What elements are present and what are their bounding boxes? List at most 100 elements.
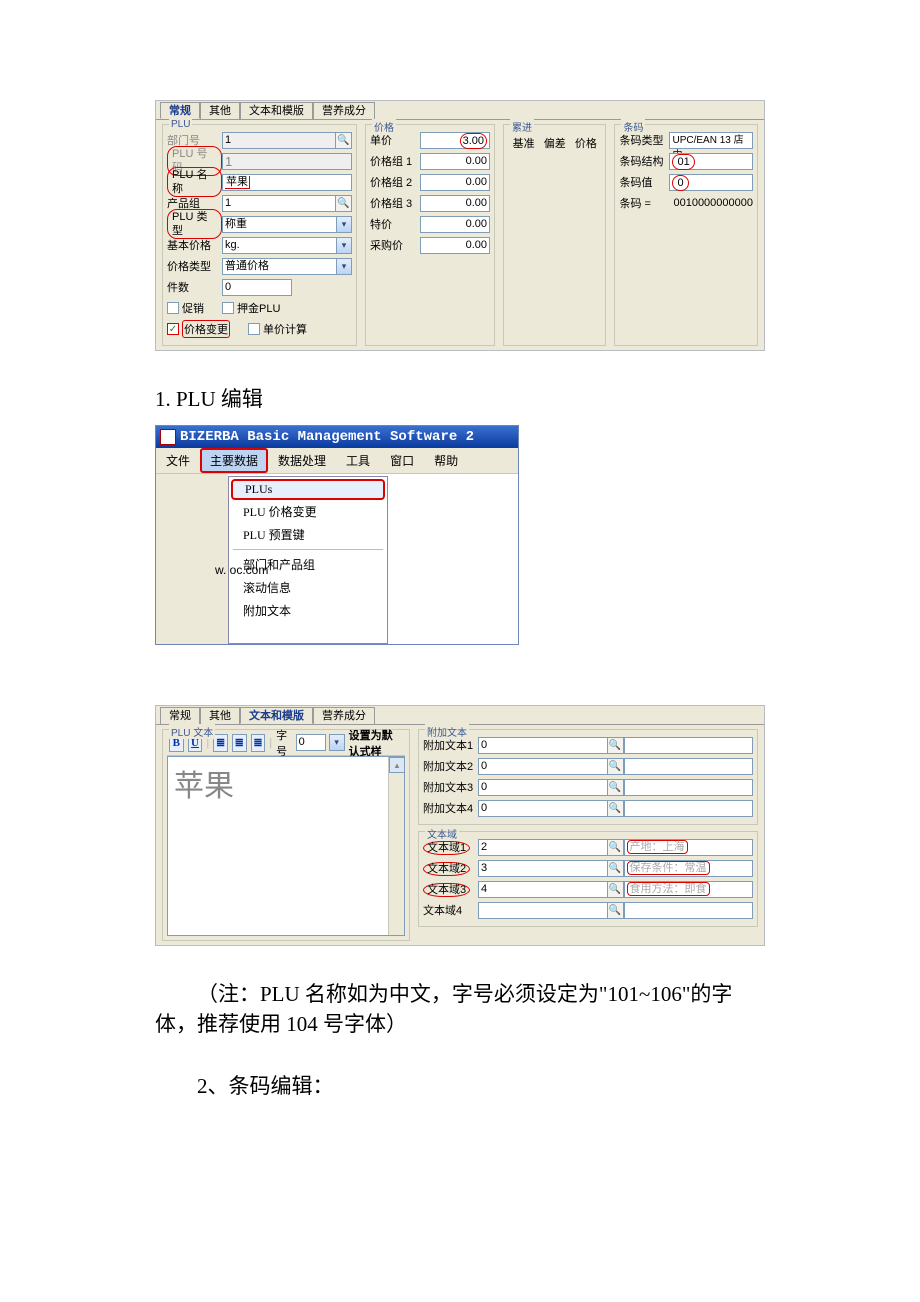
promo-checkbox[interactable]: 促销 (167, 300, 204, 316)
cumulative-group: 累进 基准 偏差 价格 (503, 124, 606, 346)
tf1-desc[interactable]: 产地：上海 (624, 839, 754, 856)
pg2-input[interactable]: 0.00 (420, 174, 490, 191)
dept-input[interactable]: 1 (222, 132, 336, 149)
pricetype-dropdown-icon[interactable]: ▾ (336, 258, 352, 275)
menuitem-pricechg[interactable]: PLU 价格变更 (229, 500, 387, 523)
barstruct-label: 条码结构 (619, 153, 669, 169)
tab-general[interactable]: 常规 (160, 102, 200, 119)
bartype-input[interactable]: UPC/EAN 13 店内 (669, 132, 753, 149)
menu-dataproc[interactable]: 数据处理 (268, 448, 336, 473)
dept-search-icon[interactable]: 🔍 (335, 132, 352, 149)
tab3-text-template[interactable]: 文本和模版 (240, 707, 313, 724)
textfield-legend: 文本域 (425, 826, 459, 841)
unitcalc-checkbox[interactable]: 单价计算 (248, 321, 307, 337)
menu-window[interactable]: 窗口 (380, 448, 424, 473)
addtext1-desc[interactable] (624, 737, 754, 754)
font-input[interactable]: 0 (296, 734, 326, 751)
text-template-panel: 常规 其他 文本和模版 营养成分 PLU 文本 B U | ≣ ≣ ≣ | 字号… (155, 705, 765, 946)
tab3-general[interactable]: 常规 (160, 707, 200, 724)
app-title: BIZERBA Basic Management Software 2 (180, 429, 474, 445)
tf4-desc[interactable] (624, 902, 754, 919)
addtext2-input[interactable]: 0 (478, 758, 608, 775)
menu-help[interactable]: 帮助 (424, 448, 468, 473)
barstruct-input[interactable]: 01 (669, 153, 753, 170)
plu-name-input[interactable]: 苹果 (222, 174, 352, 191)
addtext2-desc[interactable] (624, 758, 754, 775)
menuitem-preset[interactable]: PLU 预置键 (229, 523, 387, 546)
menuitem-deptgrp[interactable]: 部门和产品组 (229, 553, 387, 576)
price-legend: 价格 (372, 119, 396, 134)
tf2-search-icon[interactable]: 🔍 (607, 860, 624, 877)
menuitem-addtext[interactable]: 附加文本 (229, 599, 387, 622)
addtext3-search-icon[interactable]: 🔍 (607, 779, 624, 796)
title-bar: BIZERBA Basic Management Software 2 (156, 426, 518, 448)
plutext-legend: PLU 文本 (169, 724, 215, 739)
tf4-search-icon[interactable]: 🔍 (607, 902, 624, 919)
menuitem-scroll[interactable]: 滚动信息 (229, 576, 387, 599)
plu-legend: PLU (169, 119, 192, 130)
tf1-search-icon[interactable]: 🔍 (607, 839, 624, 856)
tf3-label: 文本域3 (423, 881, 478, 897)
plu-num-input[interactable]: 1 (222, 153, 352, 170)
menu-tools[interactable]: 工具 (336, 448, 380, 473)
pg1-input[interactable]: 0.00 (420, 153, 490, 170)
menuitem-plus[interactable]: PLUs (231, 479, 385, 500)
cum-h2: 偏差 (544, 135, 566, 151)
tab-other[interactable]: 其他 (200, 102, 240, 119)
tab-text-template[interactable]: 文本和模版 (240, 102, 313, 119)
menu-maindata[interactable]: 主要数据 (200, 448, 268, 473)
font-label: 字号 (276, 727, 292, 759)
default-style-button[interactable]: 设置为默认式样 (349, 727, 403, 759)
barval-input[interactable]: 0 (669, 174, 753, 191)
bar-legend: 条码 (621, 119, 645, 134)
cum-h3: 价格 (575, 135, 597, 151)
align-right-icon[interactable]: ≣ (251, 734, 266, 752)
plutype-dropdown-icon[interactable]: ▾ (336, 216, 352, 233)
tab3-other[interactable]: 其他 (200, 707, 240, 724)
tf3-search-icon[interactable]: 🔍 (607, 881, 624, 898)
addtext1-input[interactable]: 0 (478, 737, 608, 754)
bartype-label: 条码类型 (619, 132, 669, 148)
addtext3-desc[interactable] (624, 779, 754, 796)
tf2-desc[interactable]: 保存条件：常温 (624, 860, 754, 877)
qty-input[interactable]: 0 (222, 279, 292, 296)
tf3-desc[interactable]: 食用方法：即食 (624, 881, 754, 898)
align-center-icon[interactable]: ≣ (232, 734, 247, 752)
plu-name-label: PLU 名称 (167, 167, 222, 197)
addtext4-search-icon[interactable]: 🔍 (607, 800, 624, 817)
plutype-input[interactable]: 称重 (222, 216, 337, 233)
tf4-label: 文本域4 (423, 902, 478, 918)
baseprice-dropdown-icon[interactable]: ▾ (336, 237, 352, 254)
tf1-input[interactable]: 2 (478, 839, 608, 856)
sp-input[interactable]: 0.00 (420, 216, 490, 233)
baseprice-input[interactable]: kg. (222, 237, 337, 254)
deposit-checkbox[interactable]: 押金PLU (222, 300, 280, 316)
cum-h1: 基准 (513, 135, 535, 151)
pg3-input[interactable]: 0.00 (420, 195, 490, 212)
pricetype-input[interactable]: 普通价格 (222, 258, 337, 275)
tab3-nutrition[interactable]: 营养成分 (313, 707, 375, 724)
addtext1-search-icon[interactable]: 🔍 (607, 737, 624, 754)
tf4-input[interactable] (478, 902, 608, 919)
section2-title: 2、条码编辑： (155, 1070, 765, 1100)
text-editor[interactable]: 苹果 (167, 756, 405, 936)
menu-file[interactable]: 文件 (156, 448, 200, 473)
group-search-icon[interactable]: 🔍 (335, 195, 352, 212)
editor-scrollbar[interactable] (388, 757, 404, 935)
addtext3-input[interactable]: 0 (478, 779, 608, 796)
group-input[interactable]: 1 (222, 195, 336, 212)
addtext4-input[interactable]: 0 (478, 800, 608, 817)
tab-nutrition[interactable]: 营养成分 (313, 102, 375, 119)
tf2-input[interactable]: 3 (478, 860, 608, 877)
addtext4-desc[interactable] (624, 800, 754, 817)
baseprice-label: 基本价格 (167, 237, 222, 253)
addtext2-search-icon[interactable]: 🔍 (607, 758, 624, 775)
align-left-icon[interactable]: ≣ (213, 734, 228, 752)
pricechg-checkbox[interactable]: ✓价格变更 (167, 320, 230, 338)
cost-input[interactable]: 0.00 (420, 237, 490, 254)
font-dropdown-icon[interactable]: ▾ (329, 734, 345, 751)
tf3-input[interactable]: 4 (478, 881, 608, 898)
addtext4-label: 附加文本4 (423, 800, 478, 816)
addtext-legend: 附加文本 (425, 724, 469, 739)
unitprice-input[interactable]: 3.00 (420, 132, 490, 149)
